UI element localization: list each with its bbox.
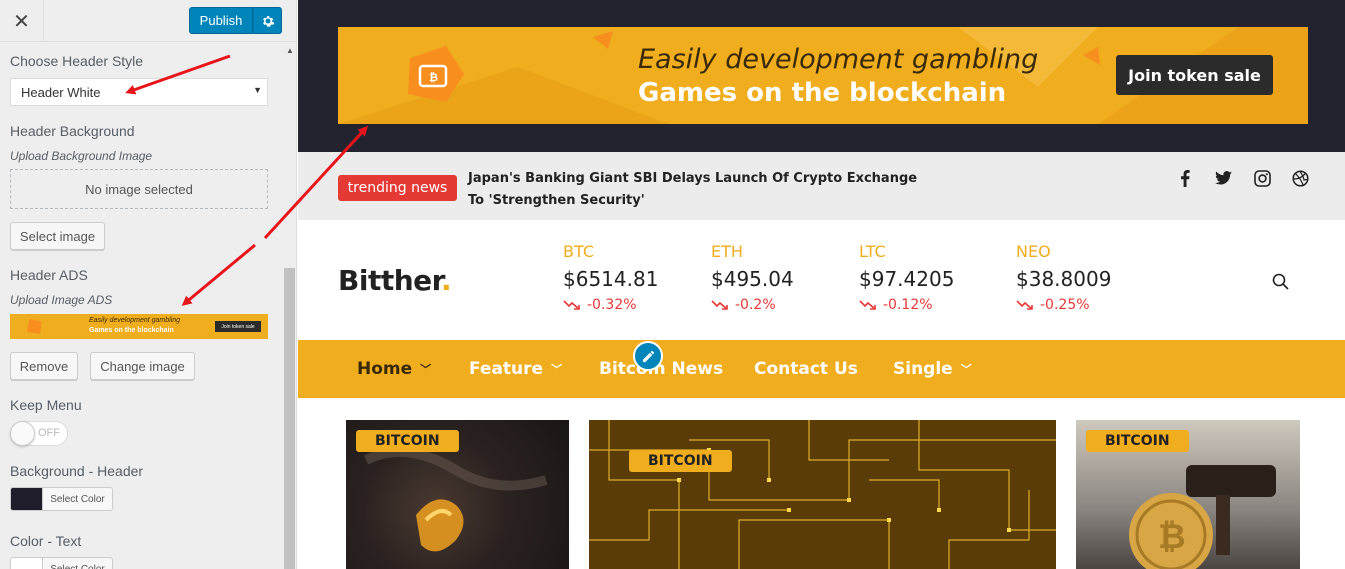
ticker-change: -0.12% (859, 297, 954, 313)
card-image (589, 420, 1056, 569)
keep-menu-title: Keep Menu (10, 397, 82, 413)
keep-menu-toggle[interactable]: OFF (10, 421, 68, 446)
nav-item-contact-us[interactable]: Contact Us (754, 359, 858, 379)
post-card[interactable]: ₿ BITCOIN (1076, 420, 1300, 569)
trend-down-icon (563, 300, 580, 310)
thumb-logo-icon (26, 318, 43, 335)
site-preview: ₿ Easily development gambling Games on t… (298, 0, 1345, 569)
color-swatch (11, 558, 42, 569)
category-tag[interactable]: BITCOIN (629, 450, 732, 472)
ticker-price: $97.4205 (859, 267, 955, 291)
close-icon[interactable]: ✕ (0, 0, 44, 42)
chevron-down-icon: ▼ (253, 85, 262, 95)
logo-dot: . (440, 264, 452, 297)
remove-image-button[interactable]: Remove (10, 352, 78, 380)
ticker-price: $38.8009 (1016, 267, 1112, 291)
nav-item-feature[interactable]: Feature ﹀ (469, 359, 562, 379)
search-icon[interactable] (1272, 273, 1289, 295)
ticker-price: $6514.81 (563, 267, 659, 291)
header-top-band: ₿ Easily development gambling Games on t… (298, 0, 1345, 152)
trending-badge: trending news (338, 175, 457, 201)
header-ads-desc: Upload Image ADS (10, 293, 113, 307)
header-style-title: Choose Header Style (10, 53, 144, 69)
brand-bar: Bitther. BTC $6514.81 -0.32% ETH $495.04… (298, 220, 1345, 340)
site-logo[interactable]: Bitther. (338, 264, 452, 297)
nav-item-home[interactable]: Home ﹀ (357, 359, 431, 379)
trending-headline[interactable]: Japan's Banking Giant SBI Delays Launch … (468, 168, 928, 212)
background-header-title: Background - Header (10, 463, 144, 479)
wallet-logo-icon: ₿ (400, 44, 466, 106)
ad-headline-line2: Games on the blockchain (638, 78, 1007, 108)
ad-headline-line1: Easily development gambling (638, 44, 1039, 75)
toggle-knob (10, 421, 35, 446)
change-image-button[interactable]: Change image (90, 352, 195, 380)
join-token-sale-button[interactable]: Join token sale (1116, 55, 1273, 95)
ticker-change: -0.32% (563, 297, 658, 313)
edit-shortcut-pencil-icon[interactable] (633, 341, 663, 371)
category-tag[interactable]: BITCOIN (356, 430, 459, 452)
ticker-eth: ETH $495.04 -0.2% (711, 242, 794, 313)
thumb-line1: Easily development gambling (89, 317, 181, 324)
background-image-placeholder[interactable]: No image selected (10, 169, 268, 209)
toggle-state-label: OFF (38, 427, 60, 439)
background-header-color-picker[interactable]: Select Color (10, 487, 113, 511)
select-color-label: Select Color (42, 558, 112, 569)
color-swatch (11, 488, 42, 510)
ticker-neo: NEO $38.8009 -0.25% (1016, 242, 1111, 313)
header-ad-banner[interactable]: ₿ Easily development gambling Games on t… (338, 27, 1308, 124)
category-tag[interactable]: BITCOIN (1086, 430, 1189, 452)
ticker-ltc: LTC $97.4205 -0.12% (859, 242, 954, 313)
thumb-cta: Join token sale (215, 321, 261, 332)
trend-down-icon (1016, 300, 1033, 310)
ticker-symbol: NEO (1016, 242, 1051, 261)
publish-button[interactable]: Publish (189, 7, 253, 34)
logo-text: Bitther (338, 264, 441, 297)
customizer-controls: Choose Header Style Header White ▼ Heade… (0, 43, 282, 569)
instagram-icon[interactable] (1252, 168, 1272, 188)
dribbble-icon[interactable] (1290, 168, 1310, 188)
scroll-up-icon[interactable]: ▲ (283, 44, 296, 58)
ticker-change: -0.2% (711, 297, 794, 313)
post-card[interactable]: BITCOIN (589, 420, 1056, 569)
nav-item-single[interactable]: Single ﹀ (893, 359, 972, 379)
customizer-panel: ✕ Publish Choose Header Style Header Whi… (0, 0, 297, 569)
chevron-down-icon: ﹀ (551, 363, 563, 376)
color-text-title: Color - Text (10, 533, 82, 549)
select-color-label: Select Color (42, 488, 112, 510)
ticker-btc: BTC $6514.81 -0.32% (563, 242, 658, 313)
header-style-value: Header White (21, 84, 101, 100)
gear-icon[interactable] (253, 7, 282, 34)
facebook-icon[interactable] (1175, 168, 1195, 188)
header-background-title: Header Background (10, 123, 135, 139)
twitter-icon[interactable] (1213, 168, 1233, 188)
ticker-change: -0.25% (1016, 297, 1111, 313)
thumb-line2: Games on the blockchain (89, 327, 174, 334)
trend-down-icon (859, 300, 876, 310)
header-style-select[interactable]: Header White ▼ (10, 78, 268, 106)
main-nav: Home ﹀ Feature ﹀ Bitcoin News Contact Us S… (298, 340, 1345, 398)
color-text-color-picker[interactable]: Select Color (10, 557, 113, 569)
ads-image-thumbnail[interactable]: Easily development gambling Games on the… (10, 314, 268, 339)
post-card[interactable]: BITCOIN (346, 420, 569, 569)
svg-text:₿: ₿ (429, 72, 438, 84)
select-image-button[interactable]: Select image (10, 222, 105, 250)
header-ads-title: Header ADS (10, 267, 88, 283)
chevron-down-icon: ﹀ (960, 363, 972, 376)
trend-down-icon (711, 300, 728, 310)
ticker-symbol: BTC (563, 242, 594, 261)
chevron-down-icon: ﹀ (420, 363, 432, 376)
svg-text:₿: ₿ (1158, 518, 1186, 556)
trending-bar: trending news Japan's Banking Giant SBI … (298, 152, 1345, 220)
ticker-symbol: ETH (711, 242, 743, 261)
scrollbar-thumb[interactable] (284, 268, 295, 569)
header-background-desc: Upload Background Image (10, 149, 153, 163)
ticker-symbol: LTC (859, 242, 886, 261)
customizer-header: ✕ Publish (0, 0, 296, 42)
ticker-price: $495.04 (711, 267, 794, 291)
